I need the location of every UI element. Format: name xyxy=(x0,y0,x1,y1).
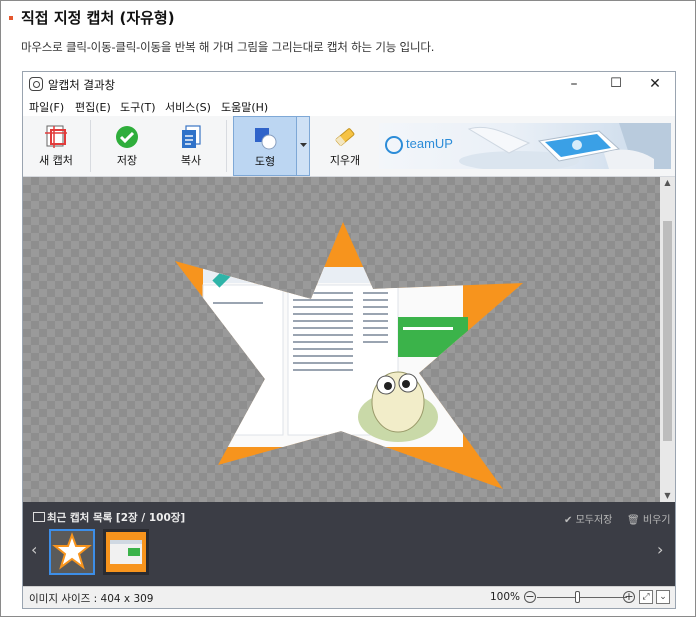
clear-button[interactable]: 🗑 비우기 xyxy=(627,511,671,526)
menu-services[interactable]: 서비스(S) xyxy=(165,99,211,115)
teamup-brand-text: teamUP xyxy=(406,136,453,151)
recent-thumbnail-1[interactable] xyxy=(49,529,95,575)
close-button[interactable]: ✕ xyxy=(644,74,666,94)
star-capture-image xyxy=(175,222,523,489)
recent-captures-panel: 최근 캡처 목록 [2장 / 100장] ✔ 모두저장 🗑 비우기 ‹ › xyxy=(23,502,675,586)
zoom-menu-chevron-icon[interactable]: ⌄ xyxy=(656,590,670,604)
zoom-in-icon[interactable]: + xyxy=(623,591,635,603)
title-bar: 알캡처 결과창 – ☐ ✕ xyxy=(23,72,675,96)
trash-icon: 🗑 xyxy=(627,515,640,526)
eraser-button[interactable]: 지우개 xyxy=(315,116,375,176)
shape-label: 도형 xyxy=(254,155,276,168)
image-size-text: 이미지 사이즈 : 404 x 309 xyxy=(29,593,154,605)
toolbar-divider xyxy=(226,120,227,172)
save-check-icon xyxy=(116,126,138,148)
copy-label: 복사 xyxy=(180,154,202,167)
menu-bar: 파일(F) 편집(E) 도구(T) 서비스(S) 도움말(H) xyxy=(23,96,675,116)
app-icon xyxy=(29,77,43,91)
prev-arrow-icon[interactable]: ‹ xyxy=(31,540,37,559)
canvas-vertical-scrollbar[interactable]: ▲ ▼ xyxy=(660,177,675,502)
maximize-button[interactable]: ☐ xyxy=(605,74,627,94)
capture-canvas[interactable] xyxy=(23,177,660,502)
zoom-slider-handle[interactable] xyxy=(575,591,580,603)
minimize-button[interactable]: – xyxy=(563,74,585,94)
section-description: 마우스로 클릭-이동-클릭-이동을 반복 해 가며 그림을 그리는대로 캡처 하… xyxy=(21,40,435,54)
new-capture-label: 새 캡처 xyxy=(39,154,73,167)
ad-tablet-image xyxy=(459,123,671,169)
window-title: 알캡처 결과창 xyxy=(48,78,116,92)
fit-window-icon[interactable]: ⤢ xyxy=(639,590,653,604)
scroll-down-arrow-icon[interactable]: ▼ xyxy=(660,490,675,502)
zoom-level-text: 100% xyxy=(490,591,521,603)
zoom-out-icon[interactable]: − xyxy=(524,591,536,603)
new-capture-button[interactable]: 새 캡처 xyxy=(27,116,85,176)
menu-edit[interactable]: 편집(E) xyxy=(75,99,111,115)
shape-button[interactable]: 도형 xyxy=(233,116,297,176)
eraser-icon xyxy=(335,128,355,146)
save-all-button[interactable]: ✔ 모두저장 xyxy=(564,511,612,526)
recent-captures-title: 최근 캡처 목록 [2장 / 100장] xyxy=(47,512,186,524)
clear-label: 비우기 xyxy=(642,515,671,526)
capture-result-window: 알캡처 결과창 – ☐ ✕ 파일(F) 편집(E) 도구(T) 서비스(S) 도… xyxy=(22,71,676,609)
teamup-ad-banner[interactable]: teamUP xyxy=(379,123,671,169)
eraser-label: 지우개 xyxy=(329,154,361,167)
scrollbar-thumb[interactable] xyxy=(663,221,672,441)
title-bullet xyxy=(9,16,13,20)
menu-help[interactable]: 도움말(H) xyxy=(221,99,268,115)
shape-icon xyxy=(255,128,277,150)
save-button[interactable]: 저장 xyxy=(97,116,157,176)
menu-file[interactable]: 파일(F) xyxy=(29,99,64,115)
save-all-label: 모두저장 xyxy=(575,515,613,526)
section-title: 직접 지정 캡처 (자유형) xyxy=(21,9,175,27)
check-icon: ✔ xyxy=(564,515,573,526)
menu-tools[interactable]: 도구(T) xyxy=(120,99,156,115)
scroll-up-arrow-icon[interactable]: ▲ xyxy=(660,177,675,189)
content-frame: 직접 지정 캡처 (자유형) 마우스로 클릭-이동-클릭-이동을 반복 해 가며… xyxy=(0,0,696,617)
shape-dropdown-button[interactable] xyxy=(296,116,310,176)
chevron-down-icon xyxy=(300,143,307,147)
copy-icon xyxy=(182,125,201,148)
save-label: 저장 xyxy=(116,154,138,167)
new-capture-icon xyxy=(45,125,67,148)
recent-thumbnail-2[interactable] xyxy=(103,529,149,575)
recent-list-icon xyxy=(33,512,45,522)
star-thumbnail-image xyxy=(52,532,92,570)
toolbar-divider xyxy=(90,120,91,172)
window-thumbnail-image xyxy=(110,540,142,564)
zoom-slider-track[interactable] xyxy=(537,597,627,598)
toolbar: 새 캡처 저장 복사 도형 지우개 teamUP xyxy=(23,116,675,177)
teamup-logo-icon xyxy=(385,136,403,154)
next-arrow-icon[interactable]: › xyxy=(657,540,663,559)
copy-button[interactable]: 복사 xyxy=(161,116,221,176)
status-bar: 이미지 사이즈 : 404 x 309 100% − + ⤢ ⌄ xyxy=(23,586,675,608)
